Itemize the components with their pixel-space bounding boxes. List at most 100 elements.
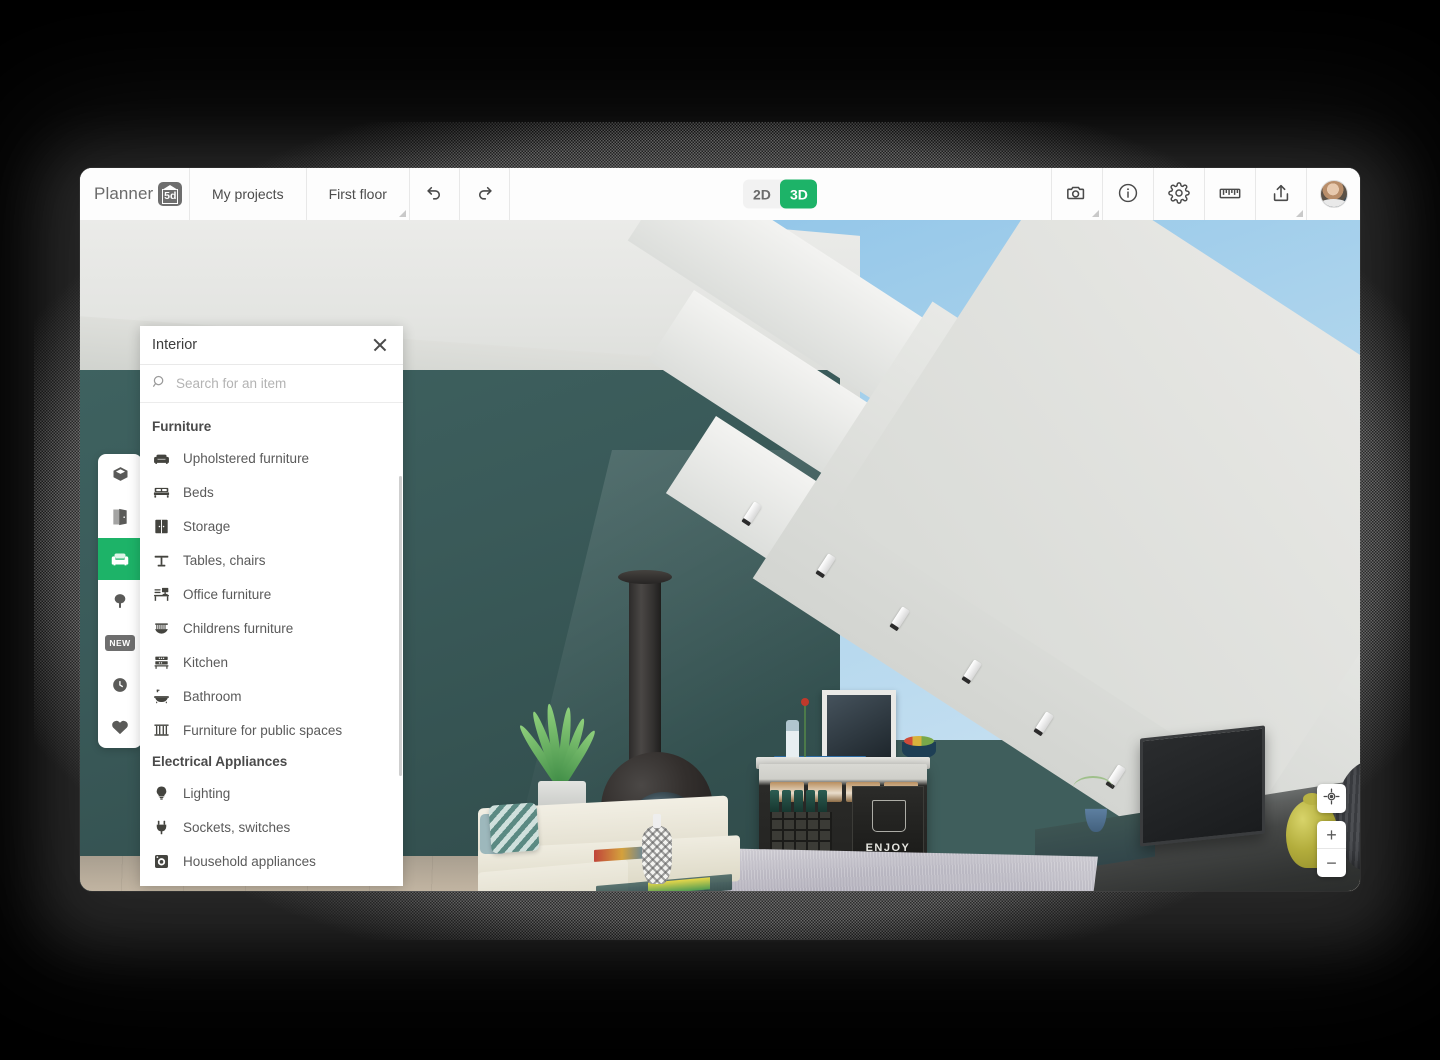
list-item-label: Furniture for public spaces [183, 723, 342, 738]
camera-button[interactable] [1051, 168, 1102, 220]
bulb-icon [152, 784, 171, 803]
list-item-label: Upholstered furniture [183, 451, 309, 466]
sidebar-item-doors-windows[interactable] [98, 496, 142, 538]
list-item-label: Beds [183, 485, 214, 500]
header-spacer: 2D 3D [510, 168, 1051, 220]
list-item-office-furniture[interactable]: Office furniture [140, 578, 403, 612]
ruler-icon [1218, 181, 1242, 208]
sidebar-item-interior[interactable] [98, 538, 142, 580]
logo-house-icon: 5d [158, 182, 182, 206]
list-item-label: Office furniture [183, 587, 271, 602]
zoom-controls: + − [1317, 821, 1346, 877]
scene-picture-frame [822, 690, 896, 762]
section-title-furniture: Furniture [140, 413, 403, 442]
design-viewport-3d[interactable]: ENJOY [80, 220, 1360, 891]
camera-icon [1066, 182, 1088, 207]
list-item-bathroom[interactable]: Bathroom [140, 680, 403, 714]
undo-icon [425, 183, 444, 205]
plug-icon [152, 818, 171, 837]
info-button[interactable] [1102, 168, 1153, 220]
scene-television [1140, 725, 1265, 846]
crib-icon [152, 619, 171, 638]
undo-button[interactable] [410, 168, 460, 220]
recenter-button[interactable] [1317, 784, 1346, 813]
list-item-public-spaces-furniture[interactable]: Furniture for public spaces [140, 714, 403, 748]
bed-icon [152, 483, 171, 502]
tab-my-projects-label: My projects [212, 186, 284, 202]
zoom-out-button[interactable]: − [1317, 849, 1346, 877]
list-item-label: Tables, chairs [183, 553, 266, 568]
close-icon[interactable] [370, 335, 390, 355]
list-item-storage[interactable]: Storage [140, 510, 403, 544]
new-badge-icon: NEW [105, 635, 134, 651]
zoom-in-button[interactable]: + [1317, 821, 1346, 849]
panel-header: Interior [140, 326, 403, 365]
tool-sidebar: NEW [98, 454, 142, 748]
view-mode-toggle[interactable]: 2D 3D [743, 180, 817, 209]
scene-patterned-vase [642, 826, 672, 884]
search-bar[interactable] [140, 365, 403, 402]
measure-button[interactable] [1204, 168, 1255, 220]
list-item-label: Household appliances [183, 854, 316, 869]
tab-first-floor-label: First floor [329, 186, 387, 202]
list-item-label: Lighting [183, 786, 230, 801]
scene-bar-bottles [770, 788, 832, 814]
door-icon [110, 507, 130, 527]
sidebar-item-exterior[interactable] [98, 580, 142, 622]
panel-scrollbar[interactable] [399, 476, 402, 776]
scene-chevron-pillow [488, 802, 539, 853]
crosshair-icon [1323, 788, 1340, 810]
app-header: Planner 5d My projects First floor [80, 168, 1360, 220]
clock-icon [110, 675, 130, 695]
interior-catalog-panel: Interior Furniture [140, 326, 403, 886]
view-mode-3d[interactable]: 3D [780, 180, 817, 209]
search-input[interactable] [176, 376, 391, 391]
list-item-childrens-furniture[interactable]: Childrens furniture [140, 612, 403, 646]
header-tools [1051, 168, 1360, 220]
scene-plant [510, 675, 614, 815]
app-window: Planner 5d My projects First floor [80, 168, 1360, 891]
cube-icon [110, 465, 131, 486]
view-mode-2d[interactable]: 2D [743, 180, 780, 209]
list-item-beds[interactable]: Beds [140, 476, 403, 510]
list-item-label: Sockets, switches [183, 820, 290, 835]
list-item-label: Childrens furniture [183, 621, 293, 636]
list-item-label: Bathroom [183, 689, 242, 704]
list-item-label: Storage [183, 519, 230, 534]
app-logo[interactable]: Planner 5d [80, 168, 190, 220]
gear-icon [1168, 182, 1190, 207]
sidebar-item-new[interactable]: NEW [98, 622, 142, 664]
share-button[interactable] [1255, 168, 1306, 220]
list-item-kitchen[interactable]: Kitchen [140, 646, 403, 680]
scene-small-plant [1085, 780, 1107, 832]
washer-icon [152, 852, 171, 871]
list-item-household-appliances[interactable]: Household appliances [140, 845, 403, 879]
settings-button[interactable] [1153, 168, 1204, 220]
account-button[interactable] [1306, 168, 1360, 220]
heart-icon [110, 717, 130, 737]
list-item-lighting[interactable]: Lighting [140, 777, 403, 811]
tree-icon [110, 591, 130, 611]
tab-my-projects[interactable]: My projects [190, 168, 307, 220]
list-item-sockets-switches[interactable]: Sockets, switches [140, 811, 403, 845]
avatar [1320, 180, 1348, 208]
logo-text: Planner [94, 184, 153, 204]
viewport-controls: + − [1317, 784, 1346, 877]
kitchen-icon [152, 653, 171, 672]
sidebar-item-favorites[interactable] [98, 706, 142, 748]
bench-icon [152, 721, 171, 740]
redo-button[interactable] [460, 168, 510, 220]
logo-badge-text: 5d [164, 190, 176, 202]
search-icon [152, 374, 167, 394]
scene-chalk-mug-icon [872, 800, 906, 832]
tab-first-floor[interactable]: First floor [307, 168, 410, 220]
list-item-tables-chairs[interactable]: Tables, chairs [140, 544, 403, 578]
scene-rose [804, 704, 806, 758]
sidebar-item-construction[interactable] [98, 454, 142, 496]
share-icon [1270, 182, 1292, 207]
section-title-electrical-appliances: Electrical Appliances [140, 748, 403, 777]
desk-icon [152, 585, 171, 604]
list-item-upholstered-furniture[interactable]: Upholstered furniture [140, 442, 403, 476]
sidebar-item-history[interactable] [98, 664, 142, 706]
catalog-list[interactable]: Furniture Upholstered furniture [140, 403, 403, 886]
